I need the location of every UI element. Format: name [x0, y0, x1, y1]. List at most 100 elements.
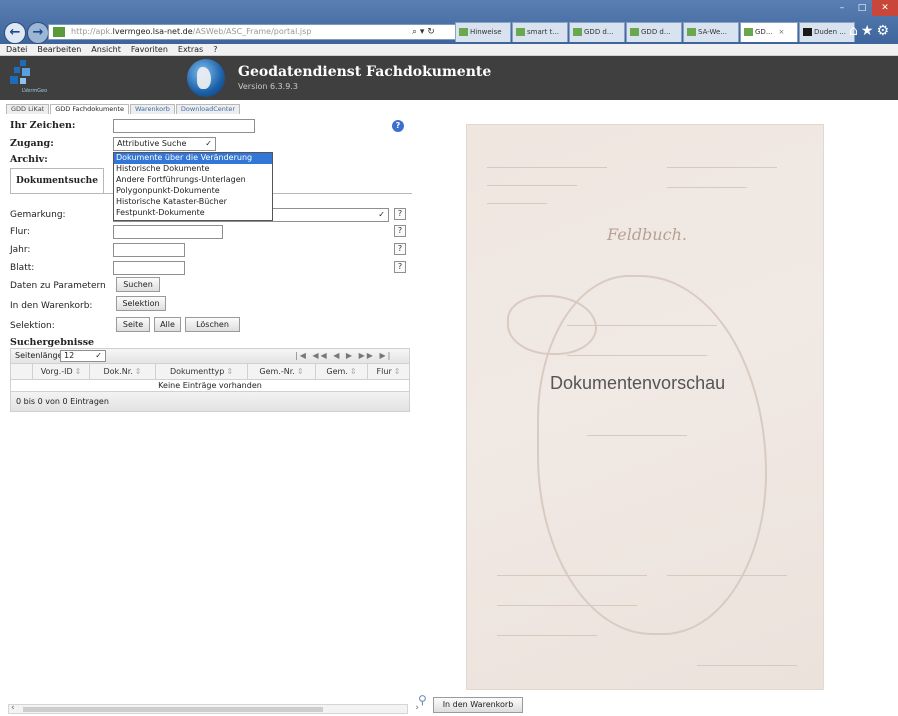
- document-preview-image: Feldbuch.: [466, 124, 824, 690]
- tab-label: Duden ...: [814, 28, 846, 36]
- sort-icon: ⇕: [74, 367, 82, 376]
- close-window-icon[interactable]: ✕: [872, 0, 898, 16]
- tab-favicon-icon: [573, 28, 582, 36]
- menu-ansicht[interactable]: Ansicht: [91, 45, 121, 54]
- menu-extras[interactable]: Extras: [178, 45, 203, 54]
- browser-tab-gd-active[interactable]: GD... ×: [740, 22, 798, 42]
- sort-icon: ⇕: [226, 367, 234, 376]
- sort-icon: ⇕: [296, 367, 304, 376]
- blatt-input[interactable]: [113, 261, 185, 275]
- in-den-warenkorb-button[interactable]: In den Warenkorb: [433, 697, 523, 713]
- column-label: Vorg.-ID: [40, 367, 73, 376]
- forward-icon[interactable]: →: [27, 22, 49, 44]
- tab-favicon-icon: [803, 28, 812, 36]
- column-label: Flur: [376, 367, 392, 376]
- alle-button[interactable]: Alle: [154, 317, 181, 332]
- column-flur[interactable]: Flur ⇕: [368, 364, 409, 379]
- browser-tab-duden[interactable]: Duden ...: [799, 22, 855, 42]
- page-length-label: Seitenlänge:: [15, 351, 66, 360]
- search-panel: Ihr Zeichen: ? Zugang: Attributive Suche…: [0, 114, 412, 704]
- sort-icon: ⇕: [393, 367, 401, 376]
- address-search-refresh-icon[interactable]: ⌕ ▾ ↻: [412, 24, 452, 40]
- browser-tab-hinweise[interactable]: Hinweise: [455, 22, 511, 42]
- zugang-value: Attributive Suche: [117, 139, 187, 148]
- app-title: Geodatendienst Fachdokumente: [238, 64, 492, 80]
- column-label: Gem.-Nr.: [259, 367, 295, 376]
- suchen-button[interactable]: Suchen: [116, 277, 160, 292]
- home-star-gear-icons[interactable]: ⌂★⚙: [849, 23, 892, 39]
- address-bar[interactable]: http://apk.lvermgeo.lsa-net.de/ASWeb/ASC…: [48, 24, 460, 40]
- tab-close-icon[interactable]: ×: [779, 28, 785, 36]
- column-dokumenttyp[interactable]: Dokumenttyp ⇕: [156, 364, 248, 379]
- logo-text: LVermGeo: [22, 88, 48, 94]
- gemarkung-label: Gemarkung:: [10, 210, 66, 220]
- selektion-button[interactable]: Selektion: [116, 296, 166, 311]
- column-gem-nr[interactable]: Gem.-Nr. ⇕: [248, 364, 316, 379]
- flur-label: Flur:: [10, 227, 30, 237]
- jahr-input[interactable]: [113, 243, 185, 257]
- menu-datei[interactable]: Datei: [6, 45, 27, 54]
- browser-tab-smart[interactable]: smart t...: [512, 22, 568, 42]
- scroll-thumb[interactable]: [23, 707, 323, 712]
- flur-help-button[interactable]: ?: [394, 225, 406, 237]
- warenkorb-label: In den Warenkorb:: [10, 301, 93, 311]
- app-header: LVermGeo Geodatendienst Fachdokumente Ve…: [0, 56, 898, 100]
- jahr-help-button[interactable]: ?: [394, 243, 406, 255]
- lvermgeo-logo-icon: LVermGeo: [10, 60, 48, 94]
- magnifier-icon[interactable]: ⚲: [418, 693, 427, 707]
- browser-tab-gdd-1[interactable]: GDD d...: [569, 22, 625, 42]
- menu-help[interactable]: ?: [213, 45, 217, 54]
- zugang-label: Zugang:: [10, 138, 54, 149]
- suchergebnisse-title: Suchergebnisse: [10, 337, 95, 348]
- window-controls: – □ ✕: [832, 0, 898, 16]
- tab-favicon-icon: [459, 28, 468, 36]
- column-dok-nr[interactable]: Dok.Nr. ⇕: [90, 364, 156, 379]
- tab-label: GDD d...: [641, 28, 671, 36]
- page-length-select[interactable]: 12 ✓: [60, 350, 106, 362]
- menu-bearbeiten[interactable]: Bearbeiten: [37, 45, 81, 54]
- gemarkung-help-button[interactable]: ?: [394, 208, 406, 220]
- pager-icons[interactable]: |◀ ◀◀ ◀ ▶ ▶▶ ▶|: [295, 351, 392, 360]
- ihr-zeichen-label: Ihr Zeichen:: [10, 120, 76, 131]
- dokumentenvorschau-label: Dokumentenvorschau: [550, 373, 726, 393]
- ihr-zeichen-input[interactable]: [113, 119, 255, 133]
- archiv-dropdown-list[interactable]: Dokumente über die Veränderung Historisc…: [113, 152, 273, 221]
- info-icon[interactable]: ?: [392, 120, 404, 132]
- tab-favicon-icon: [687, 28, 696, 36]
- seite-button[interactable]: Seite: [116, 317, 150, 332]
- scroll-left-icon[interactable]: ‹: [11, 703, 15, 713]
- results-footer: 0 bis 0 von 0 Eintragen: [10, 392, 410, 412]
- results-toolbar: Seitenlänge: 12 ✓ |◀ ◀◀ ◀ ▶ ▶▶ ▶|: [10, 348, 410, 364]
- flur-input[interactable]: [113, 225, 223, 239]
- jahr-label: Jahr:: [10, 245, 31, 255]
- globe-icon: [187, 59, 225, 97]
- column-vorg-id[interactable]: Vorg.-ID ⇕: [33, 364, 90, 379]
- maximize-icon[interactable]: □: [852, 0, 872, 16]
- results-empty-row: Keine Einträge vorhanden: [10, 380, 410, 392]
- chevron-down-icon: ✓: [205, 139, 212, 148]
- blatt-label: Blatt:: [10, 263, 35, 273]
- url-host: lvermgeo.lsa-net.de: [112, 27, 193, 36]
- archiv-option[interactable]: Polygonpunkt-Dokumente: [114, 186, 272, 197]
- horizontal-scrollbar[interactable]: ‹ ›: [8, 703, 419, 714]
- tab-label: smart t...: [527, 28, 560, 36]
- archiv-option[interactable]: Historische Kataster-Bücher: [114, 197, 272, 208]
- zugang-select[interactable]: Attributive Suche ✓: [113, 137, 216, 151]
- menu-favoriten[interactable]: Favoriten: [131, 45, 168, 54]
- back-icon[interactable]: ←: [4, 22, 26, 44]
- column-gem[interactable]: Gem. ⇕: [316, 364, 368, 379]
- browser-tab-gdd-2[interactable]: GDD d...: [626, 22, 682, 42]
- archiv-option[interactable]: Dokumente über die Veränderung: [114, 153, 272, 164]
- menu-bar: Datei Bearbeiten Ansicht Favoriten Extras?: [0, 44, 898, 56]
- browser-tab-sa-web[interactable]: SA-We...: [683, 22, 739, 42]
- tab-label: GD...: [755, 28, 773, 36]
- minimize-icon[interactable]: –: [832, 0, 852, 16]
- loeschen-button[interactable]: Löschen: [185, 317, 240, 332]
- archiv-option[interactable]: Andere Fortführungs-Unterlagen: [114, 175, 272, 186]
- blatt-help-button[interactable]: ?: [394, 261, 406, 273]
- archiv-option[interactable]: Festpunkt-Dokumente: [114, 208, 272, 219]
- archiv-label: Archiv:: [10, 154, 48, 165]
- archiv-option[interactable]: Historische Dokumente: [114, 164, 272, 175]
- tab-dokumentsuche[interactable]: Dokumentsuche: [10, 168, 104, 194]
- browser-chrome: – □ ✕ ← → http://apk.lvermgeo.lsa-net.de/A…: [0, 0, 898, 44]
